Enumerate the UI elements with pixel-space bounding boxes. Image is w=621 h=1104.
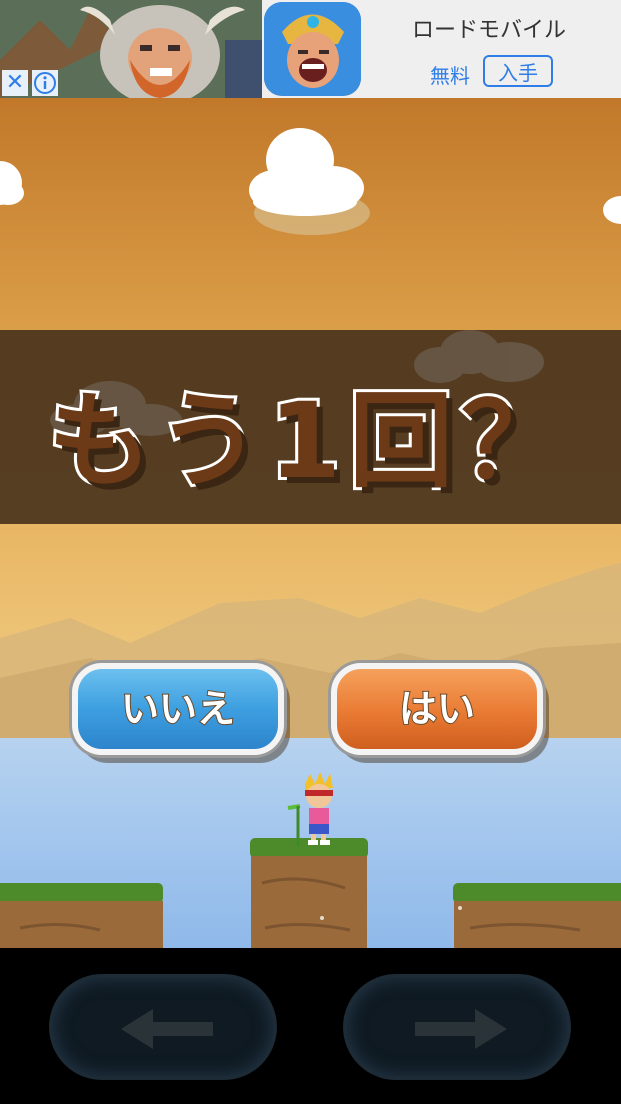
platform-center: [250, 838, 368, 948]
ad-banner[interactable]: ロードモバイル 無料 入手 ✕: [0, 0, 621, 98]
ad-close-icon[interactable]: ✕: [2, 70, 28, 96]
player-character: [287, 772, 333, 846]
ad-app-icon-art: [264, 2, 361, 96]
info-icon-glyph: [34, 72, 56, 94]
arrow-left-icon: [121, 1009, 213, 1049]
ad-price-label: 無料: [430, 64, 470, 88]
platform-right: [453, 883, 621, 948]
control-bar: [0, 948, 621, 1104]
arrow-right-icon: [415, 1009, 507, 1049]
game-scene[interactable]: もう1回？ いいえ はい: [0, 98, 621, 948]
yes-button[interactable]: はい: [331, 663, 543, 755]
move-left-button[interactable]: [49, 974, 277, 1080]
move-right-button[interactable]: [343, 974, 571, 1080]
replay-prompt-text: もう1回？: [45, 377, 574, 505]
no-button[interactable]: いいえ: [72, 663, 284, 755]
info-icon[interactable]: [32, 70, 58, 96]
platform-left: [0, 883, 163, 948]
ad-title[interactable]: ロードモバイル: [364, 12, 614, 44]
ad-app-icon[interactable]: [264, 2, 361, 96]
ad-get-button[interactable]: 入手: [483, 55, 553, 87]
